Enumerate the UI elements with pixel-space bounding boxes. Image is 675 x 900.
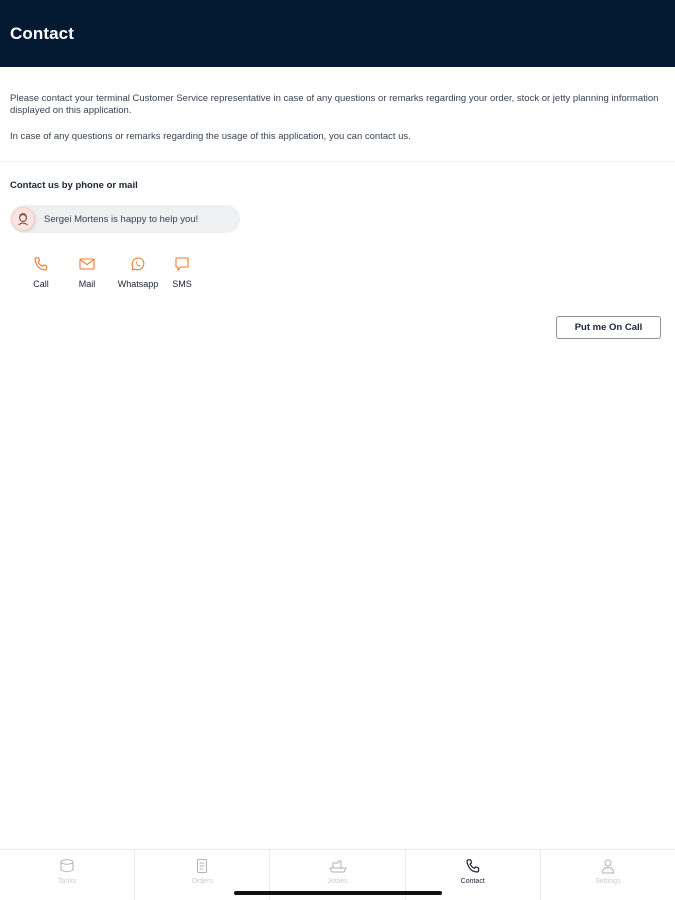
tab-tanks-label: Tanks [57,878,77,885]
whatsapp-button[interactable]: Whatsapp [114,255,162,289]
sms-button[interactable]: SMS [170,255,194,289]
tab-tanks[interactable]: Tanks [0,850,134,900]
tab-orders-label: Orders [191,878,213,885]
mail-icon [78,255,96,273]
section-title: Contact us by phone or mail [10,180,138,191]
ship-icon [329,857,347,875]
tank-icon [58,857,76,875]
page-title: Contact [10,23,74,43]
mail-label: Mail [78,279,96,289]
phone-icon [464,857,482,875]
avatar [11,207,35,231]
tab-contact-label: Contact [460,878,485,885]
sms-label: SMS [172,279,192,289]
mail-button[interactable]: Mail [68,255,106,289]
whatsapp-icon [129,255,147,273]
agent-pill: Sergei Mortens is happy to help you! [10,205,240,233]
call-button[interactable]: Call [22,255,60,289]
intro-text: Please contact your terminal Customer Se… [10,93,660,143]
intro-paragraph-1: Please contact your terminal Customer Se… [10,93,659,116]
person-avatar-icon [18,213,28,226]
phone-icon [32,255,50,273]
tab-jetties-label: Jetties [327,878,348,885]
tab-settings-label: Settings [595,878,621,885]
call-label: Call [33,279,49,289]
sms-icon [173,255,191,273]
intro-paragraph-2: In case of any questions or remarks rega… [10,131,411,142]
put-me-on-call-button[interactable]: Put me On Call [556,316,661,339]
user-icon [599,857,617,875]
whatsapp-label: Whatsapp [117,279,159,289]
contact-actions: Call Mail Whatsapp SMS [22,255,202,289]
tab-settings[interactable]: Settings [539,850,675,900]
divider [0,161,675,162]
document-icon [193,857,211,875]
app-header: Contact [0,0,675,67]
home-indicator [234,891,442,895]
agent-message: Sergei Mortens is happy to help you! [44,213,199,225]
